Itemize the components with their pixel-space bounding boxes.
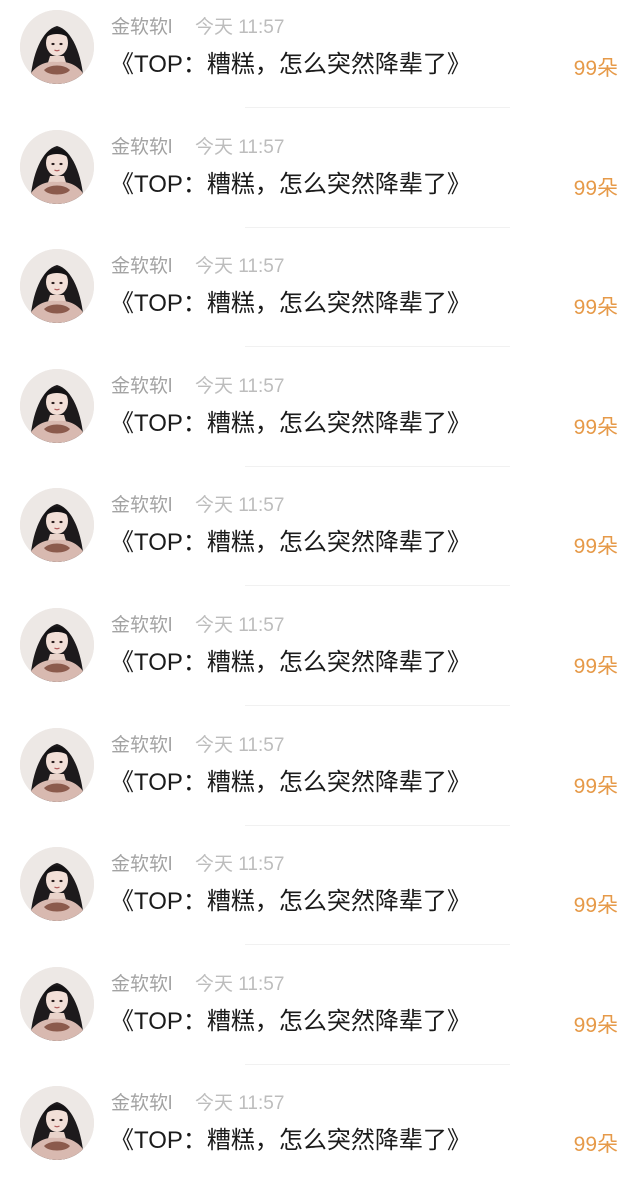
author-name[interactable]: 金软软l (111, 137, 172, 159)
author-name[interactable]: 金软软l (111, 376, 172, 398)
comment-item[interactable]: 金软软l 今天 11:57 《TOP：糟糕，怎么突然降辈了》 99朵 (0, 478, 640, 598)
divider (245, 824, 510, 826)
comment-item[interactable]: 金软软l 今天 11:57 《TOP：糟糕，怎么突然降辈了》 99朵 (0, 239, 640, 359)
avatar[interactable] (20, 966, 94, 1041)
comment-time: 今天 11:57 (195, 375, 285, 397)
comment-text: 《TOP：糟糕，怎么突然降辈了》 (110, 888, 471, 916)
avatar[interactable] (20, 727, 94, 802)
avatar[interactable] (20, 368, 94, 443)
divider (245, 944, 510, 946)
flower-count[interactable]: 99朵 (574, 296, 618, 320)
author-name[interactable]: 金软软l (111, 735, 172, 757)
author-name[interactable]: 金软软l (111, 1093, 172, 1115)
comment-text: 《TOP：糟糕，怎么突然降辈了》 (110, 1127, 471, 1155)
comment-item[interactable]: 金软软l 今天 11:57 《TOP：糟糕，怎么突然降辈了》 99朵 (0, 957, 640, 1077)
comment-text: 《TOP：糟糕，怎么突然降辈了》 (110, 170, 471, 198)
comment-time: 今天 11:57 (195, 495, 285, 517)
divider (245, 705, 510, 706)
comment-text: 《TOP：糟糕，怎么突然降辈了》 (110, 51, 471, 78)
flower-count[interactable]: 99朵 (574, 177, 618, 201)
comment-text: 《TOP：糟糕，怎么突然降辈了》 (110, 290, 471, 318)
comment-item[interactable]: 金软软l 今天 11:57 《TOP：糟糕，怎么突然降辈了》 99朵 (0, 120, 640, 240)
comment-time: 今天 11:57 (195, 1093, 285, 1115)
comment-time: 今天 11:57 (195, 136, 285, 158)
comment-item[interactable]: 金软软l 今天 11:57 《TOP：糟糕，怎么突然降辈了》 99朵 (0, 598, 640, 718)
divider (245, 107, 510, 108)
comment-list: 金软软l 今天 11:57 《TOP：糟糕，怎么突然降辈了》 99朵 金软软l 今天 11… (0, 0, 640, 1176)
comment-item[interactable]: 金软软l 今天 11:57 《TOP：糟糕，怎么突然降辈了》 99朵 (0, 837, 640, 957)
avatar[interactable] (20, 249, 94, 324)
author-name[interactable]: 金软软l (111, 854, 172, 876)
comment-text: 《TOP：糟糕，怎么突然降辈了》 (110, 649, 471, 676)
divider (245, 465, 510, 467)
divider (245, 1063, 510, 1065)
avatar[interactable] (20, 847, 94, 922)
flower-count[interactable]: 99朵 (574, 655, 618, 679)
comment-item[interactable]: 金软软l 今天 11:57 《TOP：糟糕，怎么突然降辈了》 99朵 (0, 0, 640, 120)
flower-count[interactable]: 99朵 (574, 535, 618, 559)
flower-count[interactable]: 99朵 (574, 57, 618, 81)
comment-time: 今天 11:57 (195, 734, 285, 756)
comment-item[interactable]: 金软软l 今天 11:57 《TOP：糟糕，怎么突然降辈了》 99朵 (0, 359, 640, 479)
avatar[interactable] (20, 608, 94, 682)
avatar[interactable] (20, 129, 94, 204)
comment-item[interactable]: 金软软l 今天 11:57 《TOP：糟糕，怎么突然降辈了》 99朵 (0, 1076, 640, 1196)
author-name[interactable]: 金软软l (111, 17, 172, 39)
comment-text: 《TOP：糟糕，怎么突然降辈了》 (110, 529, 471, 557)
divider (245, 226, 510, 228)
flower-count[interactable]: 99朵 (574, 775, 618, 799)
avatar[interactable] (20, 488, 94, 563)
divider (245, 585, 510, 587)
divider (245, 346, 510, 348)
comment-text: 《TOP：糟糕，怎么突然降辈了》 (110, 409, 471, 437)
comment-time: 今天 11:57 (195, 854, 285, 876)
comment-time: 今天 11:57 (195, 17, 285, 38)
author-name[interactable]: 金软软l (111, 974, 172, 996)
avatar[interactable] (20, 1086, 94, 1161)
author-name[interactable]: 金软软l (111, 256, 172, 278)
flower-count[interactable]: 99朵 (574, 894, 618, 918)
flower-count[interactable]: 99朵 (574, 416, 618, 440)
flower-count[interactable]: 99朵 (574, 1014, 618, 1038)
comment-time: 今天 11:57 (195, 256, 285, 278)
comment-time: 今天 11:57 (195, 973, 285, 995)
comment-text: 《TOP：糟糕，怎么突然降辈了》 (110, 768, 471, 796)
comment-time: 今天 11:57 (195, 615, 285, 636)
avatar[interactable] (20, 10, 94, 84)
flower-count[interactable]: 99朵 (574, 1133, 618, 1157)
comment-text: 《TOP：糟糕，怎么突然降辈了》 (110, 1007, 471, 1035)
author-name[interactable]: 金软软l (111, 615, 172, 637)
comment-item[interactable]: 金软软l 今天 11:57 《TOP：糟糕，怎么突然降辈了》 99朵 (0, 718, 640, 838)
author-name[interactable]: 金软软l (111, 495, 172, 517)
